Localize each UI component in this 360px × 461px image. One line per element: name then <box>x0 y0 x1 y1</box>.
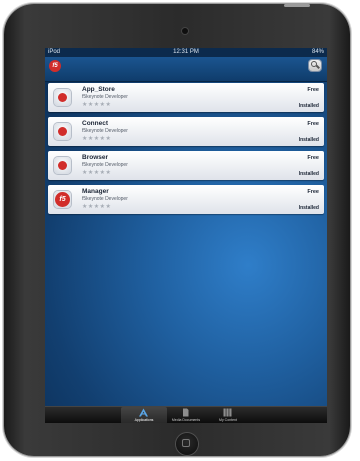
browser-icon <box>54 157 71 174</box>
tab-label: My Content <box>219 418 237 422</box>
document-icon <box>183 408 189 417</box>
tab-label: Media Documents <box>171 418 201 422</box>
search-button[interactable] <box>309 60 321 71</box>
app-status: Installed <box>298 205 319 211</box>
app-price: Free <box>307 87 319 93</box>
nav-bar: f5 <box>45 57 327 82</box>
app-price: Free <box>307 189 319 195</box>
status-bar: iPod 12:31 PM 84% <box>45 48 327 57</box>
tab-bar: Applications Media Documents My Content <box>45 406 327 423</box>
f5-logo-icon[interactable]: f5 <box>49 60 61 72</box>
connect-icon <box>54 123 71 140</box>
home-square-icon <box>182 439 190 447</box>
list-item[interactable]: f5 Manager f5keynote Developer ★★★★★ Fre… <box>48 185 324 214</box>
app-name: Browser <box>82 154 109 161</box>
search-icon-handle <box>316 64 320 69</box>
screen: iPod 12:31 PM 84% f5 App_Store f5keynote… <box>45 48 327 423</box>
grid-icon <box>223 408 232 417</box>
tab-label: Applications <box>134 418 154 422</box>
app-rating: ★★★★★ <box>82 170 112 176</box>
app-name: App_Store <box>82 86 115 93</box>
list-item[interactable]: App_Store f5keynote Developer ★★★★★ Free… <box>48 83 324 112</box>
app-developer: f5keynote Developer <box>82 162 128 168</box>
list-item[interactable]: Browser f5keynote Developer ★★★★★ Free I… <box>48 151 324 180</box>
app-status: Installed <box>298 137 319 143</box>
app-developer: f5keynote Developer <box>82 128 128 134</box>
sleep-button[interactable] <box>284 4 310 7</box>
app-store-icon <box>54 89 71 106</box>
tab-applications[interactable]: Applications <box>121 407 167 423</box>
app-name: Manager <box>82 188 109 195</box>
app-price: Free <box>307 155 319 161</box>
tab-my-content[interactable]: My Content <box>205 407 251 423</box>
app-price: Free <box>307 121 319 127</box>
list-item[interactable]: Connect f5keynote Developer ★★★★★ Free I… <box>48 117 324 146</box>
tab-media-documents[interactable]: Media Documents <box>163 407 209 423</box>
camera-icon <box>182 28 188 34</box>
app-rating: ★★★★★ <box>82 102 112 108</box>
applications-icon <box>139 408 148 417</box>
app-status: Installed <box>298 171 319 177</box>
manager-icon: f5 <box>54 191 71 208</box>
app-rating: ★★★★★ <box>82 136 112 142</box>
status-time: 12:31 PM <box>173 49 199 55</box>
app-developer: f5keynote Developer <box>82 196 128 202</box>
status-battery: 84% <box>311 49 324 55</box>
app-status: Installed <box>298 103 319 109</box>
app-name: Connect <box>82 120 108 127</box>
app-developer: f5keynote Developer <box>82 94 128 100</box>
app-rating: ★★★★★ <box>82 204 112 210</box>
home-button[interactable] <box>176 433 198 455</box>
